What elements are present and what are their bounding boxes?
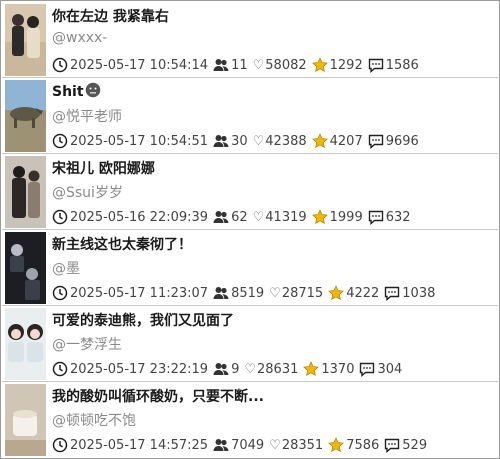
post-followers: 8519 xyxy=(231,285,265,301)
post-meta: 2025-05-16 22:09:39 62 ♡ 41319 1999 632 xyxy=(52,208,416,226)
post-item[interactable]: 宋祖儿 欧阳娜娜 @Ssui岁岁 2025-05-16 22:09:39 62 … xyxy=(2,154,498,230)
post-title[interactable]: Shit xyxy=(52,82,101,100)
post-followers: 62 xyxy=(231,209,248,225)
clock-icon xyxy=(52,437,68,453)
post-comments: 632 xyxy=(385,209,411,225)
post-favorites: 1999 xyxy=(329,209,363,225)
star-icon xyxy=(328,437,344,452)
post-item[interactable]: 你在左边 我紧靠右 @wxxx- 2025-05-17 10:54:14 11 … xyxy=(2,2,498,78)
users-icon xyxy=(213,287,229,299)
star-icon xyxy=(311,209,328,224)
post-meta: 2025-05-17 10:54:51 30 ♡ 42388 4207 9696 xyxy=(52,132,424,150)
post-thumbnail[interactable] xyxy=(5,232,46,304)
post-time: 2025-05-17 14:57:25 xyxy=(70,437,209,453)
post-time: 2025-05-17 23:22:19 xyxy=(70,361,209,377)
post-meta: 2025-05-17 23:22:19 9 ♡ 28631 1370 304 xyxy=(52,360,407,378)
post-author[interactable]: @墨 xyxy=(52,258,80,278)
post-followers: 11 xyxy=(231,57,248,73)
post-time: 2025-05-16 22:09:39 xyxy=(70,209,209,225)
post-item[interactable]: 我的酸奶叫循环酸奶，只要不断... @顿顿吃不饱 2025-05-17 14:5… xyxy=(2,382,498,458)
post-comments: 1586 xyxy=(385,57,419,73)
neutral-face-icon xyxy=(85,82,100,98)
post-followers: 7049 xyxy=(231,437,265,453)
comment-icon xyxy=(368,58,383,73)
post-comments: 304 xyxy=(377,361,403,377)
post-likes: 58082 xyxy=(265,57,307,73)
post-item[interactable]: 新主线这也太秦彻了！ @墨 2025-05-17 11:23:07 8519 ♡… xyxy=(2,230,498,306)
star-icon xyxy=(328,285,344,300)
post-favorites: 4207 xyxy=(329,133,363,149)
post-time: 2025-05-17 11:23:07 xyxy=(70,285,209,301)
post-author[interactable]: @wxxx- xyxy=(52,30,107,46)
post-likes: 41319 xyxy=(265,209,307,225)
post-followers: 30 xyxy=(231,133,248,149)
star-icon xyxy=(311,57,328,72)
users-icon xyxy=(213,135,229,147)
users-icon xyxy=(213,211,229,223)
post-likes: 42388 xyxy=(265,133,307,149)
users-icon xyxy=(213,363,229,375)
post-item[interactable]: Shit @悦平老师 2025-05-17 10:54:51 30 ♡ 4238… xyxy=(2,78,498,154)
post-list: 你在左边 我紧靠右 @wxxx- 2025-05-17 10:54:14 11 … xyxy=(2,2,498,458)
post-favorites: 4222 xyxy=(346,285,380,301)
comment-icon xyxy=(385,438,400,453)
heart-icon: ♡ xyxy=(252,133,265,149)
post-meta: 2025-05-17 10:54:14 11 ♡ 58082 1292 1586 xyxy=(52,56,424,74)
users-icon xyxy=(213,59,229,71)
post-meta: 2025-05-17 14:57:25 7049 ♡ 28351 7586 52… xyxy=(52,436,432,454)
post-comments: 1038 xyxy=(402,285,436,301)
post-favorites: 1370 xyxy=(321,361,355,377)
star-icon xyxy=(311,133,328,148)
comment-icon xyxy=(385,286,400,301)
comment-icon xyxy=(368,134,383,149)
post-likes: 28631 xyxy=(257,361,299,377)
post-favorites: 7586 xyxy=(346,437,380,453)
post-title[interactable]: 你在左边 我紧靠右 xyxy=(52,6,169,26)
post-time: 2025-05-17 10:54:51 xyxy=(70,133,209,149)
clock-icon xyxy=(52,57,68,73)
users-icon xyxy=(213,439,229,451)
post-author[interactable]: @一梦浮生 xyxy=(52,334,122,354)
star-icon xyxy=(303,361,320,376)
clock-icon xyxy=(52,285,68,301)
post-favorites: 1292 xyxy=(329,57,363,73)
post-thumbnail[interactable] xyxy=(5,156,46,228)
post-title[interactable]: 新主线这也太秦彻了！ xyxy=(52,234,192,254)
comment-icon xyxy=(368,210,383,225)
post-meta: 2025-05-17 11:23:07 8519 ♡ 28715 4222 10… xyxy=(52,284,440,302)
post-thumbnail[interactable] xyxy=(5,80,46,152)
post-author[interactable]: @顿顿吃不饱 xyxy=(52,410,136,430)
post-comments: 9696 xyxy=(385,133,419,149)
clock-icon xyxy=(52,209,68,225)
post-title[interactable]: 我的酸奶叫循环酸奶，只要不断... xyxy=(52,386,264,406)
heart-icon: ♡ xyxy=(244,361,257,377)
post-likes: 28351 xyxy=(281,437,324,453)
post-item[interactable]: 可爱的泰迪熊，我们又见面了 @一梦浮生 2025-05-17 23:22:19 … xyxy=(2,306,498,382)
post-time: 2025-05-17 10:54:14 xyxy=(70,57,209,73)
heart-icon: ♡ xyxy=(252,57,265,73)
post-likes: 28715 xyxy=(281,285,324,301)
feed-window: 你在左边 我紧靠右 @wxxx- 2025-05-17 10:54:14 11 … xyxy=(0,0,500,459)
post-title[interactable]: 可爱的泰迪熊，我们又见面了 xyxy=(52,310,234,330)
heart-icon: ♡ xyxy=(252,209,265,225)
post-author[interactable]: @悦平老师 xyxy=(52,106,122,126)
post-author[interactable]: @Ssui岁岁 xyxy=(52,182,123,202)
post-title[interactable]: 宋祖儿 欧阳娜娜 xyxy=(52,158,155,178)
post-thumbnail[interactable] xyxy=(5,308,46,380)
post-followers: 9 xyxy=(231,361,240,377)
clock-icon xyxy=(52,133,68,149)
post-thumbnail[interactable] xyxy=(5,4,46,76)
heart-icon: ♡ xyxy=(269,437,281,453)
post-comments: 529 xyxy=(402,437,428,453)
heart-icon: ♡ xyxy=(269,285,281,301)
clock-icon xyxy=(52,361,68,377)
post-thumbnail[interactable] xyxy=(5,384,46,456)
comment-icon xyxy=(360,362,375,377)
